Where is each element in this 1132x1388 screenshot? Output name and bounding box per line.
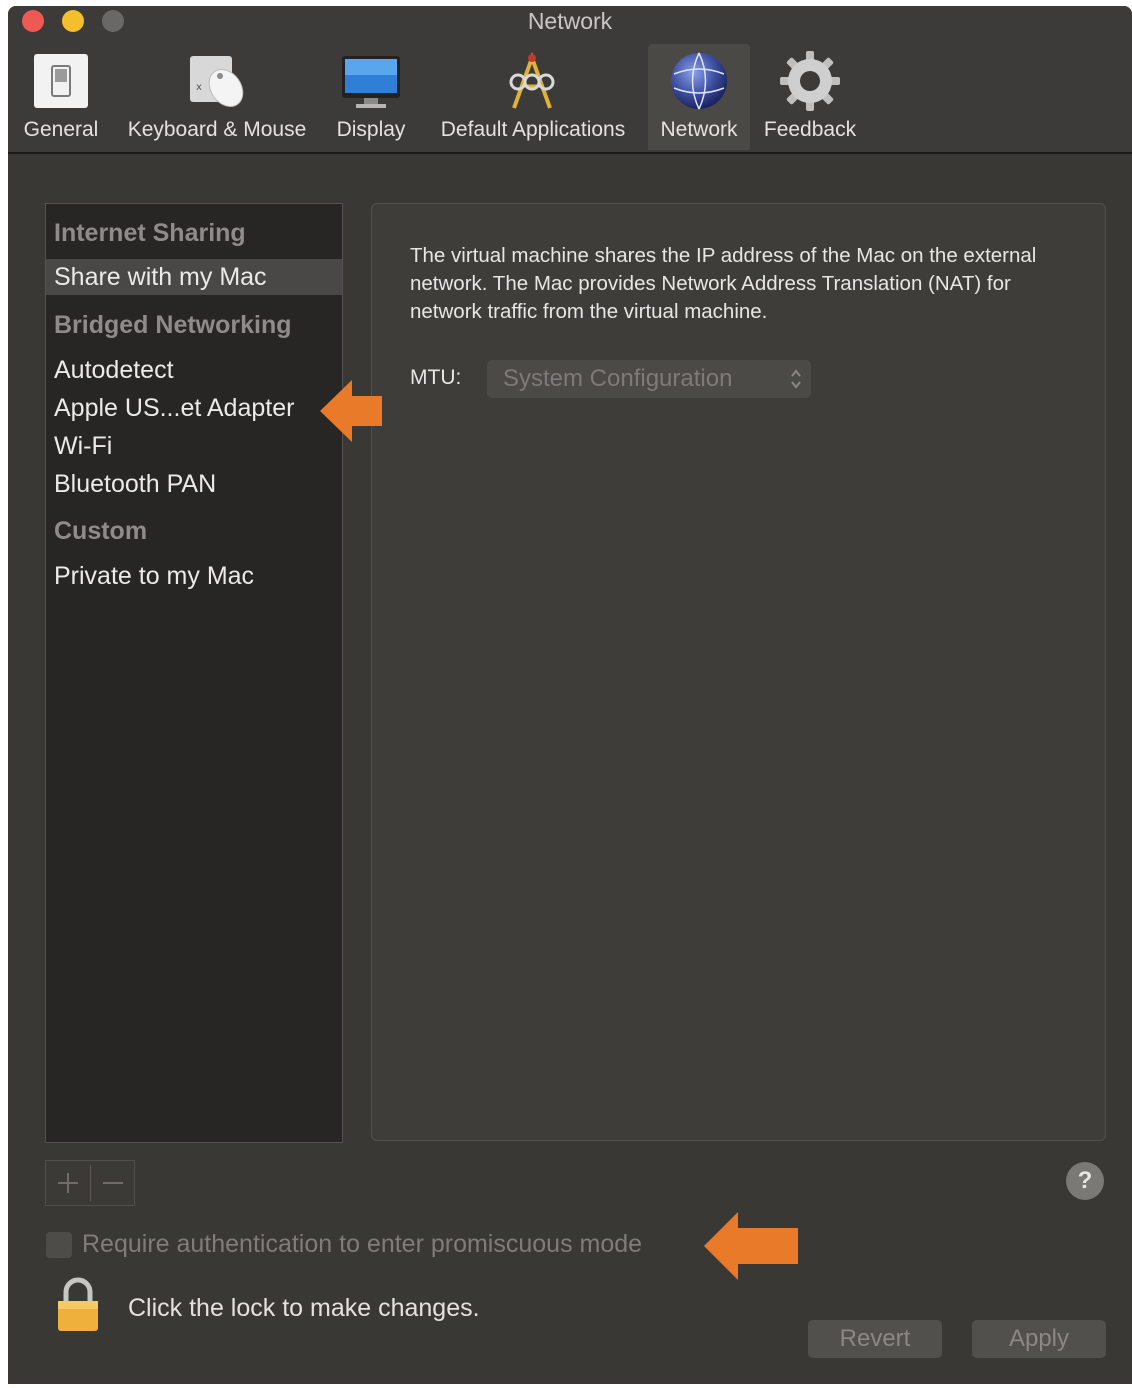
mtu-select-value: System Configuration [503,365,733,392]
toolbar-item-keyboard-mouse[interactable]: x Keyboard & Mouse [112,44,322,150]
promiscuous-mode-checkbox[interactable] [46,1232,72,1258]
minus-icon [103,1182,123,1184]
lock-instruction-text: Click the lock to make changes. [128,1294,480,1322]
promiscuous-mode-label: Require authentication to enter promiscu… [82,1230,643,1258]
plus-icon [58,1173,78,1193]
toolbar-label-general: General [23,118,99,141]
add-remove-button-group [45,1160,135,1206]
toolbar-label-display: Display [336,118,406,141]
default-applications-icon [509,52,555,109]
feedback-gear-icon [780,51,840,111]
toolbar-item-default-applications[interactable]: Default Applications [422,44,644,150]
window-title: Network [527,8,613,34]
apply-button[interactable]: Apply [972,1320,1106,1358]
sidebar-item-share-with-my-mac[interactable]: Share with my Mac [46,259,342,295]
general-switch-icon [34,54,88,108]
network-detail-panel: The virtual machine shares the IP addres… [371,203,1106,1141]
sidebar-item-apple-usb-ethernet-adapter[interactable]: Apple US...et Adapter [46,389,342,427]
select-up-down-arrows-icon [791,369,801,389]
svg-text:x: x [196,82,202,93]
section-header-bridged-networking: Bridged Networking [54,311,292,339]
toolbar-label-default-applications: Default Applications [440,118,626,141]
toolbar-item-feedback[interactable]: Feedback [754,44,866,150]
sidebar-item-autodetect[interactable]: Autodetect [46,351,342,389]
sidebar-item-private-to-my-mac[interactable]: Private to my Mac [46,557,342,595]
help-button[interactable]: ? [1066,1162,1104,1200]
toolbar-item-general[interactable]: General [16,44,106,150]
sidebar-item-bluetooth-pan[interactable]: Bluetooth PAN [46,465,342,503]
toolbar-item-display[interactable]: Display [328,44,414,150]
lock-icon[interactable] [54,1274,102,1334]
network-preferences-window: Network General x Keyboard & Mouse Displ… [8,6,1132,1384]
annotation-arrow-promiscuous [704,1212,798,1280]
mtu-select[interactable]: System Configuration [487,360,811,398]
toolbar-item-network[interactable]: Network [648,44,750,150]
mtu-label: MTU: [410,366,462,389]
nat-description-text: The virtual machine shares the IP addres… [410,244,1037,323]
annotation-arrow-adapter [320,380,382,442]
toolbar-label-network: Network [660,118,738,141]
toolbar-label-feedback: Feedback [763,118,857,141]
sidebar-item-wi-fi[interactable]: Wi-Fi [46,427,342,465]
titlebar-toolbar: Network General x Keyboard & Mouse Displ… [8,6,1132,154]
display-monitor-icon [342,56,400,108]
add-network-button[interactable] [46,1161,90,1205]
revert-button[interactable]: Revert [808,1320,942,1358]
toolbar-label-keyboard-mouse: Keyboard & Mouse [127,118,307,141]
keyboard-mouse-icon: x [190,56,244,108]
network-sidebar-list: Internet Sharing Share with my Mac Bridg… [45,203,343,1143]
remove-network-button[interactable] [91,1161,135,1205]
section-header-custom: Custom [54,517,148,545]
network-globe-icon [671,52,727,110]
section-header-internet-sharing: Internet Sharing [54,219,246,247]
